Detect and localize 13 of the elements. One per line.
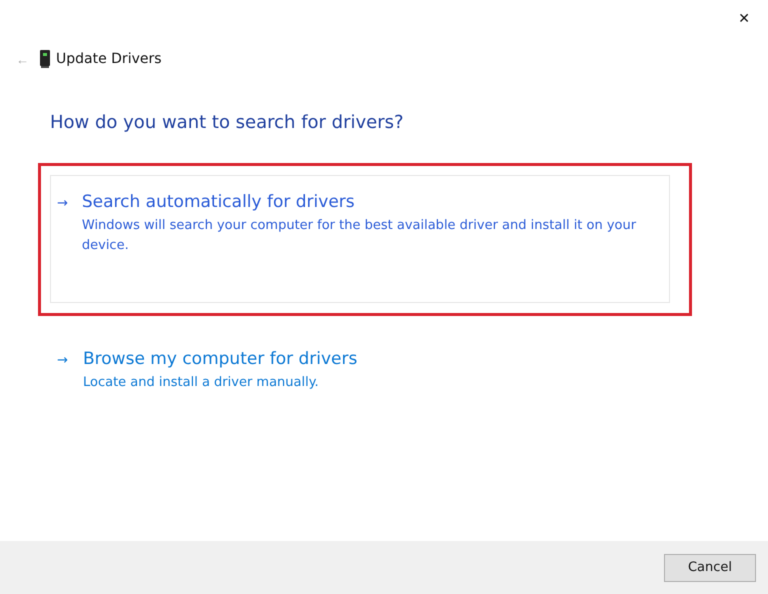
arrow-icon: →	[57, 192, 82, 211]
option-title: Browse my computer for drivers	[83, 349, 358, 369]
option-link[interactable]: → Browse my computer for drivers Locate and install a driver manually.	[50, 342, 670, 404]
cancel-button[interactable]: Cancel	[664, 554, 756, 582]
heading: How do you want to search for drivers?	[50, 112, 405, 133]
option-description: Locate and install a driver manually.	[83, 374, 320, 392]
option-description: Windows will search your computer for the best available driver and install it on your device.	[82, 217, 638, 255]
close-button[interactable]: ✕	[734, 8, 754, 30]
option-link[interactable]: → Search automatically for drivers Windows will search your computer for the best available driver and install it on your device.	[50, 175, 670, 303]
computer-tower-icon	[40, 50, 50, 68]
option-title: Search automatically for drivers	[82, 192, 356, 212]
window-title: Update Drivers	[56, 51, 162, 67]
arrow-icon: →	[57, 349, 83, 368]
